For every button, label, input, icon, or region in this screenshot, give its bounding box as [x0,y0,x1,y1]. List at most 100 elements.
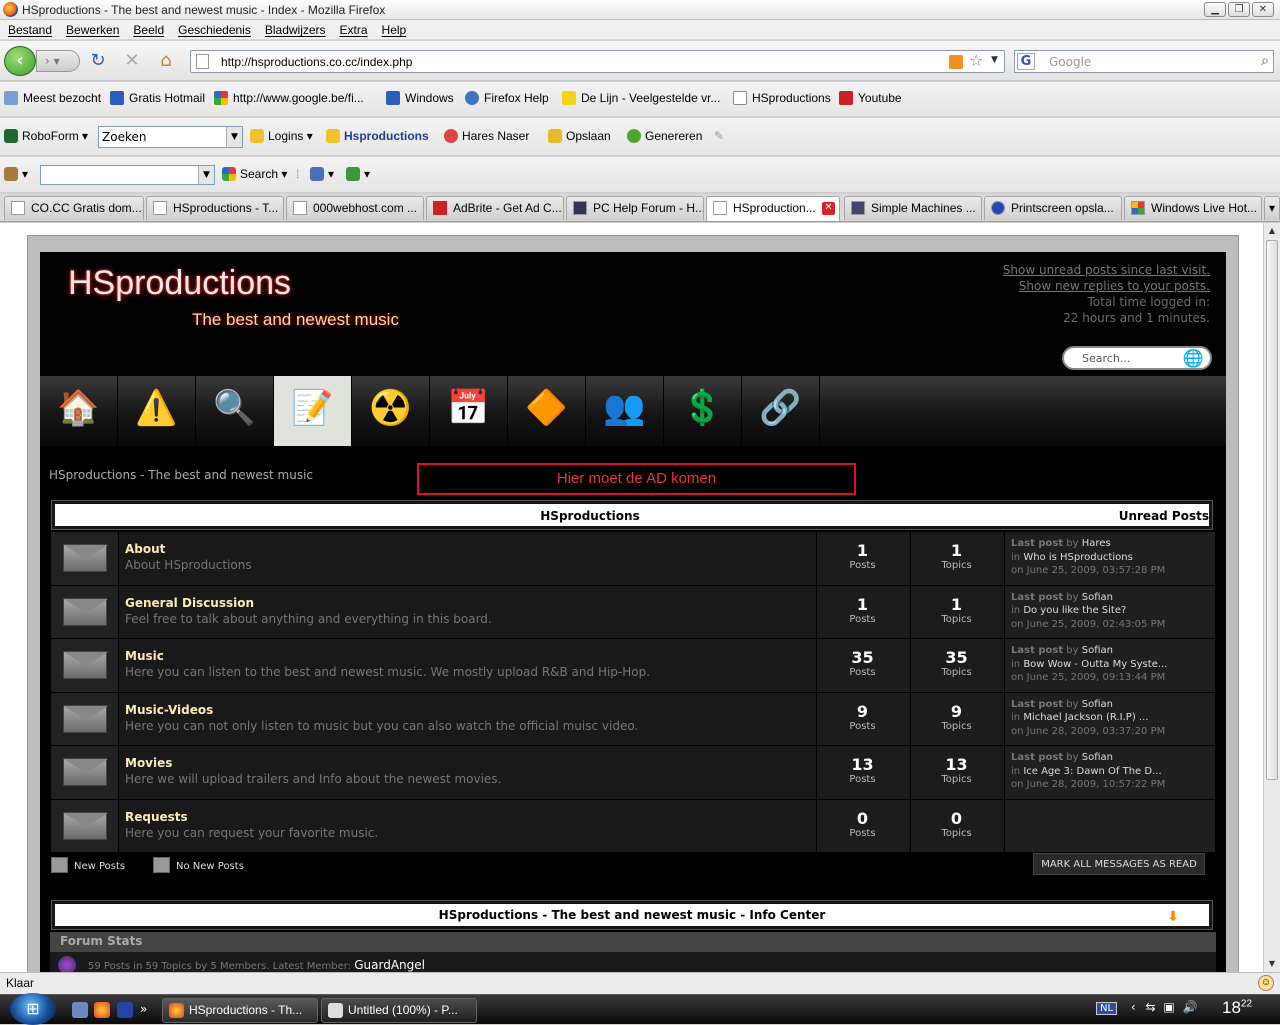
tab[interactable]: Simple Machines ... [844,196,982,220]
roboform-button[interactable]: RoboForm ▾ [4,129,88,143]
google-icon[interactable]: G [1017,53,1035,70]
rss-icon[interactable] [949,55,963,69]
mark-all-read-button[interactable]: MARK ALL MESSAGES AS READ [1033,853,1205,875]
last-post-user[interactable]: Sofian [1082,699,1113,710]
home-icon[interactable]: ⌂ [156,51,176,71]
collapse-arrow-icon[interactable]: ⬇ [1167,906,1179,928]
latest-member-link[interactable]: GuardAngel [354,958,425,972]
radiation-icon[interactable]: ☢️ [352,376,430,446]
bookmark-item[interactable]: HSproductions [733,91,831,105]
tray-app-icon[interactable]: ▣ [1163,1000,1174,1014]
bookmark-item[interactable]: De Lijn - Veelgestelde vr... [562,91,720,105]
identity-button[interactable]: Hares Naser [444,129,529,143]
network-icon[interactable]: ⇆ [1146,1000,1156,1014]
tab[interactable]: CO.CC Gratis dom... [4,196,144,220]
forum-logo[interactable]: HSproductions [68,264,291,303]
taskbar-item[interactable]: Untitled (100%) - P... [321,998,477,1023]
bookmark-item[interactable]: Firefox Help [465,91,549,105]
bookmark-item[interactable]: Windows [386,91,454,105]
roboform-search-input[interactable]: Zoeken ▼ [98,126,243,148]
url-dropdown-icon[interactable]: ▼ [991,55,998,65]
generate-button[interactable]: Genereren [627,129,702,143]
menu-extra[interactable]: Extra [340,20,368,40]
speaker-icon[interactable]: 🔊 [1183,1000,1198,1014]
toolbar-search-input[interactable]: ▼ [40,165,215,185]
forward-button[interactable]: › ▾ [36,50,80,72]
last-post-topic[interactable]: Do you like the Site? [1023,605,1126,616]
toolbar-menu-button[interactable]: ▾ [4,167,28,181]
unread-posts-link[interactable]: Unread Posts [1119,509,1209,523]
url-bar[interactable]: http://hsproductions.co.cc/index.php ☆ ▼ [190,50,1005,73]
dollar-icon[interactable]: 💲 [664,376,742,446]
screen-button[interactable]: ▾ [346,167,370,181]
profile-icon[interactable]: 📝 [274,376,352,446]
last-post-user[interactable]: Sofian [1082,592,1113,603]
new-replies-link[interactable]: Show new replies to your posts. [1003,278,1210,294]
scroll-up-icon[interactable]: ▲ [1264,223,1280,239]
members-icon[interactable]: 👥 [586,376,664,446]
menu-bladwijzers[interactable]: Bladwijzers [265,20,326,40]
tab[interactable]: 000webhost.com ... [286,196,424,220]
smiley-icon[interactable]: ☺ [1258,975,1274,991]
tab-list-button[interactable]: ▾ [1264,196,1280,220]
reload-icon[interactable]: ↻ [88,51,108,71]
close-button[interactable]: ✕ [1252,2,1274,17]
warning-icon[interactable]: ⚠️ [118,376,196,446]
logins-button[interactable]: Logins ▾ [250,129,313,143]
globe-search-icon[interactable]: 🌐 [1183,349,1204,369]
login-icon[interactable]: 🔶 [508,376,586,446]
start-button[interactable]: ⊞ [10,993,56,1025]
search-box[interactable]: G Google ⌕ [1014,50,1274,73]
save-button[interactable]: Opslaan [548,129,611,143]
tab[interactable]: PC Help Forum - H... [566,196,704,220]
close-tab-icon[interactable]: ✕ [822,202,835,215]
calendar-mail-icon[interactable]: 📅 [430,376,508,446]
monitor-button[interactable]: ▾ [310,167,334,181]
language-indicator[interactable]: NL [1096,1002,1118,1015]
hsproductions-login-button[interactable]: Hsproductions [326,129,429,143]
tray-expand-icon[interactable]: ‹ [1131,1000,1136,1014]
tab[interactable]: Printscreen opsla... [984,196,1122,220]
board-name[interactable]: About [125,542,165,556]
firefox-icon[interactable] [94,1002,110,1018]
menu-help[interactable]: Help [382,20,407,40]
tab-active[interactable]: HSproduction... ✕ [706,196,840,221]
stop-icon[interactable]: ✕ [122,51,142,71]
minimize-button[interactable]: ▁ [1204,2,1226,17]
toolbar-search-button[interactable]: Search ▾ [222,167,287,181]
board-name[interactable]: Requests [125,810,188,824]
restore-button[interactable]: ❐ [1228,2,1250,17]
magnifier-icon[interactable]: ⌕ [1261,53,1269,69]
board-name[interactable]: Music [125,649,164,663]
vertical-scrollbar[interactable]: ▲ ▼ [1263,223,1280,972]
more-icon[interactable]: » [140,1002,156,1018]
unread-posts-link[interactable]: Show unread posts since last visit. [1003,262,1210,278]
dropdown-icon[interactable]: ▼ [198,166,214,184]
category-title[interactable]: HSproductions [55,509,1125,523]
menu-bestand[interactable]: Bestand [8,20,52,40]
last-post-user[interactable]: Sofian [1082,645,1113,656]
home-icon[interactable]: 🏠 [40,376,118,446]
pencil-icon[interactable]: ✎ [714,129,724,143]
menu-geschiedenis[interactable]: Geschiedenis [178,20,251,40]
tab[interactable]: AdBrite - Get Ad C... [426,196,564,220]
last-post-topic[interactable]: Bow Wow - Outta My Syste... [1023,659,1167,670]
bookmark-item[interactable]: Gratis Hotmail [110,91,205,105]
forum-search-input[interactable]: Search... 🌐 [1062,346,1212,370]
tab[interactable]: Windows Live Hot... [1124,196,1262,220]
menu-bewerken[interactable]: Bewerken [66,20,119,40]
board-name[interactable]: Movies [125,756,172,770]
scroll-thumb[interactable] [1266,240,1278,780]
last-post-user[interactable]: Hares [1082,538,1111,549]
bookmark-item[interactable]: Meest bezocht [4,91,101,105]
taskbar-item[interactable]: HSproductions - Th... [162,998,318,1023]
last-post-topic[interactable]: Ice Age 3: Dawn Of The D... [1023,766,1161,777]
board-name[interactable]: Music-Videos [125,703,213,717]
menu-beeld[interactable]: Beeld [133,20,164,40]
eu-icon[interactable] [117,1002,133,1018]
dropdown-icon[interactable]: ▼ [226,127,242,147]
bookmark-star-icon[interactable]: ☆ [969,51,983,70]
board-name[interactable]: General Discussion [125,596,254,610]
last-post-topic[interactable]: Michael Jackson (R.I.P) ... [1023,712,1148,723]
bookmark-item[interactable]: http://www.google.be/fi... [214,91,364,105]
